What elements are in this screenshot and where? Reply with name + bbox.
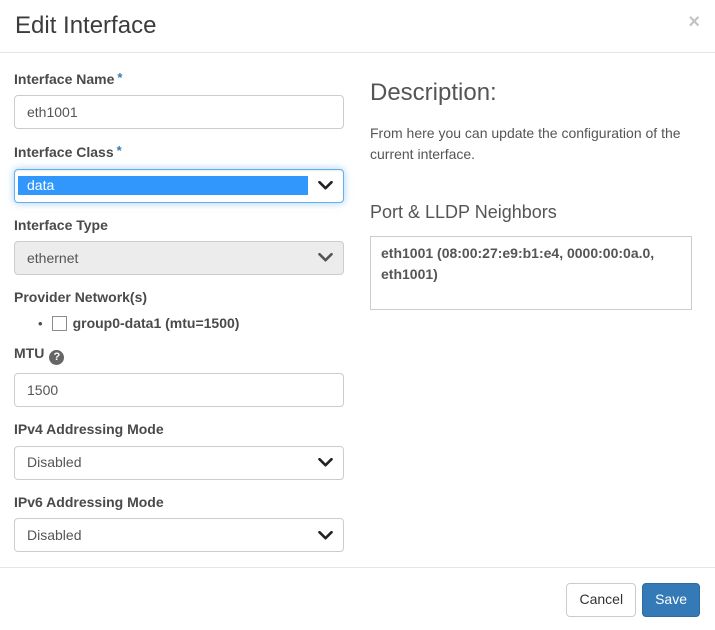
provider-network-option-label[interactable]: group0-data1 (mtu=1500) — [73, 315, 240, 331]
mtu-label: MTU? — [14, 346, 344, 365]
selected-option: Disabled — [27, 527, 318, 544]
interface-name-label: Interface Name* — [14, 71, 344, 87]
interface-class-group: Interface Class* data — [14, 144, 344, 202]
interface-name-group: Interface Name* — [14, 71, 344, 129]
chevron-down-icon — [318, 181, 333, 190]
selected-option: ethernet — [27, 250, 318, 267]
required-asterisk: * — [117, 70, 122, 85]
provider-networks-group: Provider Network(s) • group0-data1 (mtu=… — [14, 290, 344, 331]
cancel-button[interactable]: Cancel — [566, 583, 636, 617]
dialog-header: Edit Interface × — [0, 0, 715, 53]
lldp-neighbors-box: eth1001 (08:00:27:e9:b1:e4, 0000:00:0a.0… — [370, 236, 692, 310]
dialog-body: Interface Name* Interface Class* data In… — [0, 53, 715, 567]
description-text: From here you can update the configurati… — [370, 123, 692, 166]
chevron-down-icon — [318, 531, 333, 540]
help-question-icon[interactable]: ? — [49, 350, 64, 365]
selected-option: Disabled — [27, 454, 318, 471]
interface-type-label: Interface Type — [14, 218, 344, 233]
provider-network-item: • group0-data1 (mtu=1500) — [14, 315, 344, 331]
description-panel: Description: From here you can update th… — [370, 71, 692, 567]
mtu-group: MTU? — [14, 346, 344, 407]
ipv4-mode-label: IPv4 Addressing Mode — [14, 422, 344, 437]
ipv6-mode-label: IPv6 Addressing Mode — [14, 495, 344, 510]
required-asterisk: * — [117, 143, 122, 158]
chevron-down-icon — [318, 253, 333, 262]
interface-class-select[interactable]: data — [14, 169, 344, 203]
save-button[interactable]: Save — [642, 583, 700, 617]
ipv6-mode-group: IPv6 Addressing Mode Disabled — [14, 495, 344, 552]
dialog-title: Edit Interface — [15, 12, 156, 41]
dialog-footer: Cancel Save — [0, 567, 715, 630]
list-bullet: • — [38, 316, 43, 331]
edit-interface-form: Interface Name* Interface Class* data In… — [14, 71, 344, 567]
interface-class-label: Interface Class* — [14, 144, 344, 160]
close-icon[interactable]: × — [688, 12, 700, 32]
description-title: Description: — [370, 79, 692, 107]
ipv6-mode-select[interactable]: Disabled — [14, 518, 344, 552]
interface-type-group: Interface Type ethernet — [14, 218, 344, 275]
ipv4-mode-group: IPv4 Addressing Mode Disabled — [14, 422, 344, 479]
provider-networks-label: Provider Network(s) — [14, 290, 344, 305]
ipv4-mode-select[interactable]: Disabled — [14, 446, 344, 480]
edit-interface-dialog: Edit Interface × Interface Name* Interfa… — [0, 0, 715, 630]
provider-network-checkbox[interactable] — [52, 316, 67, 331]
chevron-down-icon — [318, 458, 333, 467]
interface-type-select: ethernet — [14, 241, 344, 275]
interface-name-input[interactable] — [14, 95, 344, 129]
selected-option: data — [18, 176, 308, 196]
mtu-input[interactable] — [14, 373, 344, 407]
lldp-neighbors-title: Port & LLDP Neighbors — [370, 202, 692, 223]
